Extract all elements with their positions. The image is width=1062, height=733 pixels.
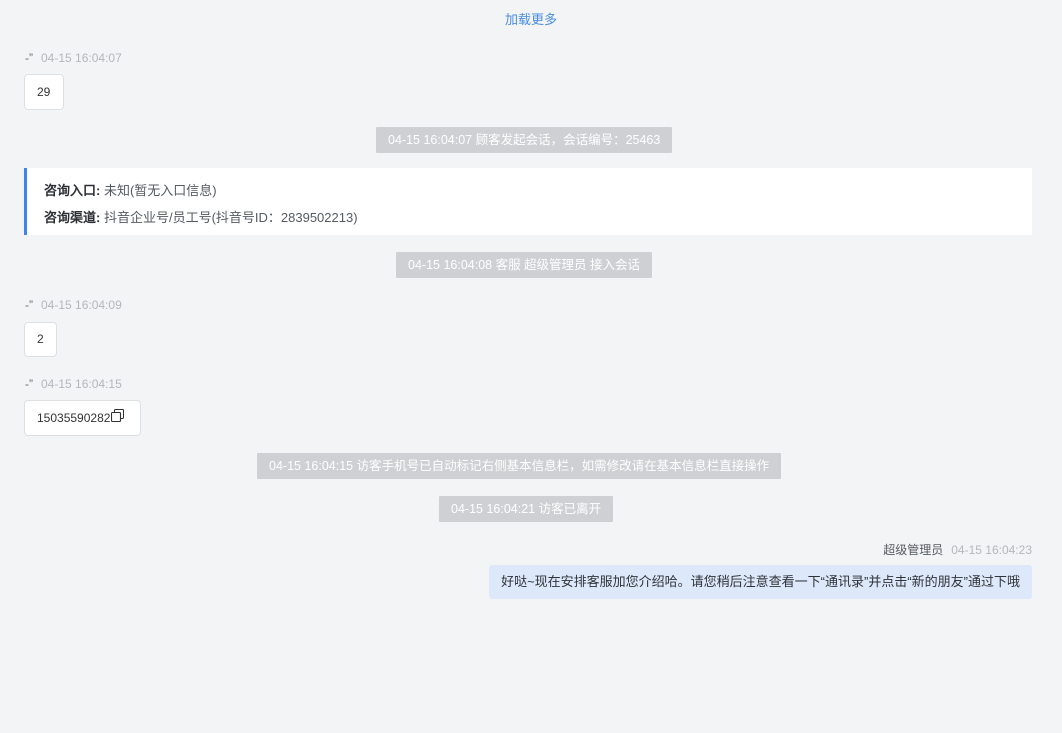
visitor-message-bubble: 29 [24, 74, 64, 110]
consult-entry-label: 咨询入口: [44, 183, 101, 198]
message-meta: -” 04-15 16:04:09 [25, 297, 122, 313]
consult-channel-row: 咨询渠道: 抖音企业号/员工号(抖音号ID：2839502213) [44, 204, 1032, 231]
consult-entry-value: 未知(暂无入口信息) [103, 183, 217, 198]
agent-message-meta: 超级管理员 04-15 16:04:23 [883, 542, 1032, 558]
chat-history-panel[interactable]: 加载更多 -” 04-15 16:04:07 29 04-15 16:04:07 … [0, 0, 1062, 733]
system-notice: 04-15 16:04:21 访客已离开 [439, 496, 614, 522]
load-more-link[interactable]: 加载更多 [0, 11, 1062, 29]
visitor-message-bubble: 2 [24, 322, 57, 357]
copy-icon[interactable] [111, 401, 125, 435]
consult-info-card: 咨询入口: 未知(暂无入口信息) 咨询渠道: 抖音企业号/员工号(抖音号ID：2… [24, 168, 1032, 235]
system-notice: 04-15 16:04:07 顾客发起会话，会话编号：25463 [376, 127, 673, 153]
agent-message-text: 好哒~现在安排客服加您介绍哈。请您稍后注意查看一下“通讯录”并点击“新的朋友”通… [501, 574, 1020, 589]
system-notice: 04-15 16:04:15 访客手机号已自动标记右侧基本信息栏，如需修改请在基… [257, 453, 782, 479]
agent-message-time: 04-15 16:04:23 [951, 543, 1032, 557]
message-time: 04-15 16:04:07 [41, 51, 122, 65]
agent-name: 超级管理员 [883, 543, 944, 557]
message-meta: -” 04-15 16:04:15 [25, 376, 122, 392]
sender-name: -” [25, 377, 33, 391]
message-text: 15035590282 [37, 411, 111, 425]
message-time: 04-15 16:04:09 [41, 298, 122, 312]
sender-name: -” [25, 298, 33, 312]
sender-name: -” [25, 51, 33, 65]
message-text: 2 [37, 332, 44, 346]
consult-channel-value: 抖音企业号/员工号(抖音号ID：2839502213) [103, 210, 358, 225]
visitor-message-bubble: 15035590282 [24, 400, 141, 436]
message-time: 04-15 16:04:15 [41, 377, 122, 391]
system-notice: 04-15 16:04:08 客服 超级管理员 接入会话 [396, 252, 653, 278]
message-text: 29 [37, 85, 51, 99]
agent-message-bubble: 好哒~现在安排客服加您介绍哈。请您稍后注意查看一下“通讯录”并点击“新的朋友”通… [489, 565, 1032, 599]
consult-channel-label: 咨询渠道: [44, 210, 101, 225]
consult-entry-row: 咨询入口: 未知(暂无入口信息) [44, 177, 1032, 204]
message-meta: -” 04-15 16:04:07 [25, 50, 122, 66]
